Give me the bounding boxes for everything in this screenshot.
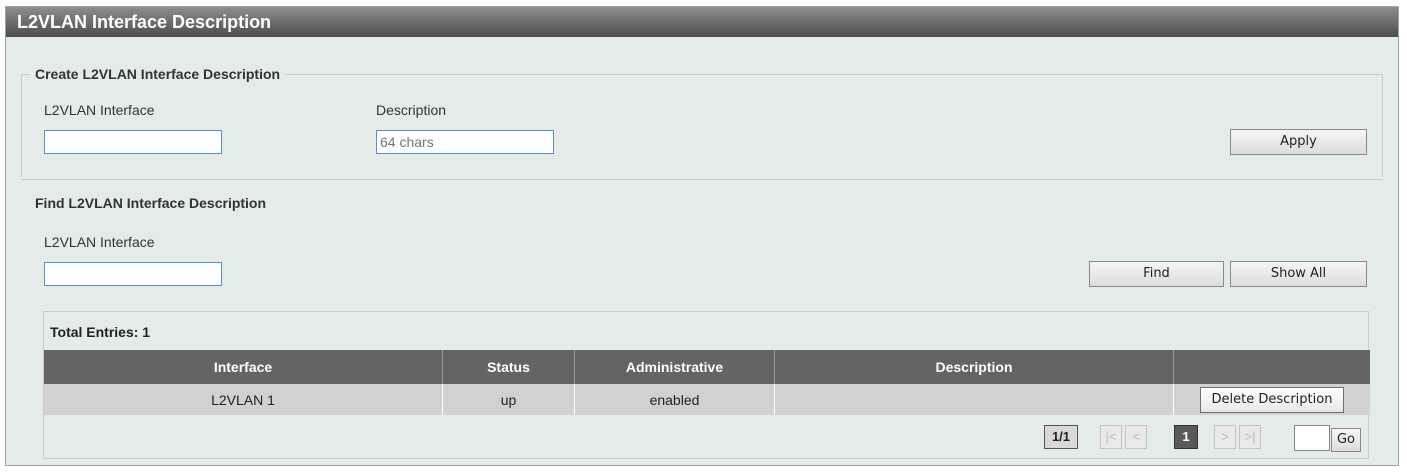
- cell-status: up: [442, 384, 575, 415]
- table-header-row: Interface Status Administrative Descript…: [44, 350, 1370, 384]
- find-interface-input[interactable]: [44, 262, 222, 286]
- cell-action: Delete Description: [1173, 384, 1370, 415]
- header-description: Description: [774, 350, 1174, 384]
- main-panel: L2VLAN Interface Description Create L2VL…: [5, 6, 1399, 466]
- description-input[interactable]: [376, 130, 554, 154]
- apply-button[interactable]: Apply: [1230, 129, 1367, 155]
- results-table: Interface Status Administrative Descript…: [44, 350, 1370, 415]
- current-page[interactable]: 1: [1174, 425, 1198, 449]
- results-table-container: Total Entries: 1 Interface Status Admini…: [43, 311, 1370, 459]
- show-all-button[interactable]: Show All: [1230, 261, 1367, 287]
- delete-description-button[interactable]: Delete Description: [1200, 386, 1344, 413]
- next-page-button[interactable]: >: [1214, 425, 1236, 449]
- first-page-button[interactable]: |<: [1100, 425, 1122, 449]
- find-interface-label: L2VLAN Interface: [44, 234, 155, 250]
- header-interface: Interface: [44, 350, 443, 384]
- go-button[interactable]: Go: [1331, 428, 1361, 452]
- description-label: Description: [376, 102, 447, 118]
- prev-page-button[interactable]: <: [1125, 425, 1147, 449]
- cell-description: [774, 384, 1174, 415]
- page-count: 1/1: [1044, 425, 1078, 449]
- header-status: Status: [442, 350, 575, 384]
- page-title: L2VLAN Interface Description: [6, 7, 1398, 37]
- header-administrative: Administrative: [574, 350, 775, 384]
- header-action: [1173, 350, 1370, 384]
- find-button[interactable]: Find: [1089, 261, 1224, 287]
- cell-interface: L2VLAN 1: [44, 384, 443, 415]
- section-divider: [21, 179, 1383, 180]
- cell-administrative: enabled: [574, 384, 775, 415]
- find-section-title: Find L2VLAN Interface Description: [35, 195, 267, 211]
- create-section: Create L2VLAN Interface Description: [21, 66, 1383, 177]
- create-interface-input[interactable]: [44, 130, 222, 154]
- create-section-legend: Create L2VLAN Interface Description: [35, 66, 281, 82]
- go-page-input[interactable]: [1294, 425, 1330, 451]
- table-row: L2VLAN 1 up enabled Delete Description: [44, 384, 1370, 415]
- last-page-button[interactable]: >|: [1239, 425, 1261, 449]
- create-interface-label: L2VLAN Interface: [44, 102, 155, 118]
- total-entries: Total Entries: 1: [50, 324, 151, 340]
